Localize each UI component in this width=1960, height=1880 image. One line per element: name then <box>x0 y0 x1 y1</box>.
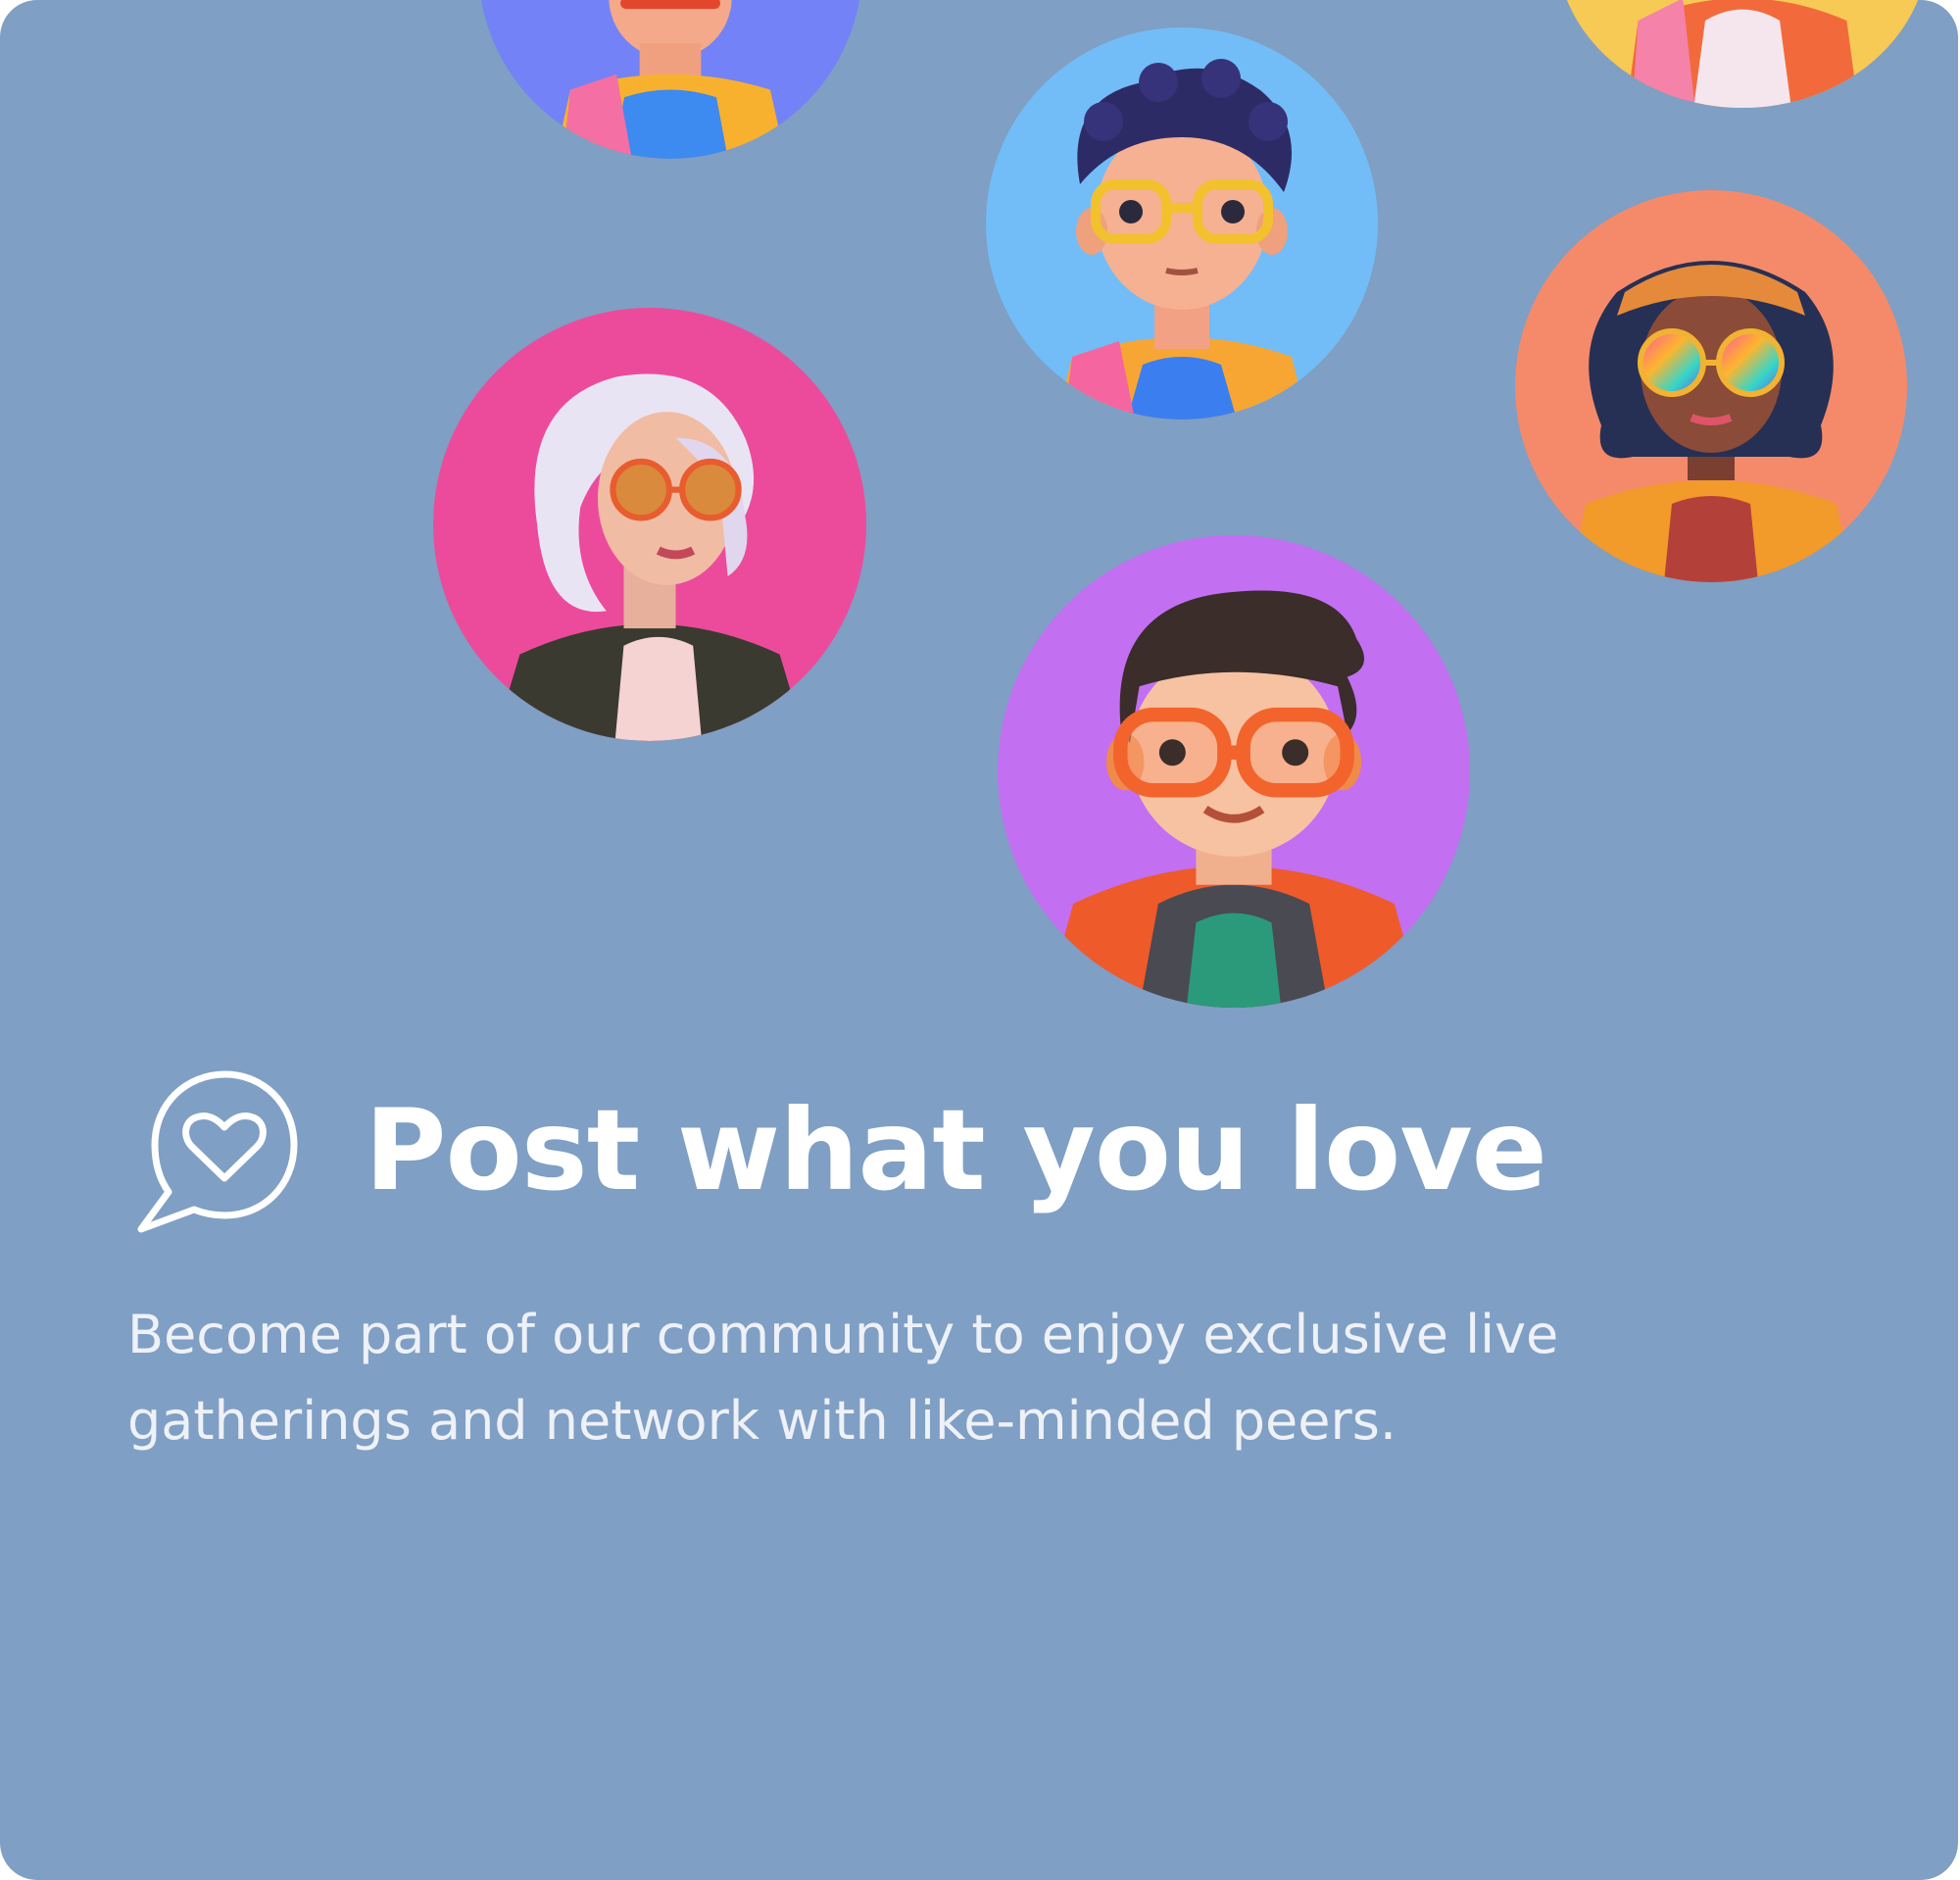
avatar-boy-blue-bg-icon <box>478 0 862 159</box>
avatar-curly-boy-glasses <box>986 27 1378 420</box>
chat-bubble-heart-icon <box>137 1070 298 1233</box>
avatar-woman-white-hair <box>433 308 866 741</box>
avatar-girl-yellow-bg <box>1556 0 1929 108</box>
avatar-boy-orange-glasses-icon <box>998 535 1470 1008</box>
avatar-boy-blue-bg <box>478 0 862 159</box>
feature-description: Become part of our community to enjoy ex… <box>127 1304 1559 1452</box>
avatar-girl-yellow-bg-icon <box>1556 0 1929 108</box>
avatar-boy-orange-glasses <box>998 535 1470 1008</box>
avatar-curly-boy-glasses-icon <box>986 27 1378 420</box>
avatar-girl-rainbow-sunglasses <box>1515 190 1907 582</box>
page-title: Post what you love <box>365 1085 1547 1215</box>
avatar-girl-rainbow-sunglasses-icon <box>1515 190 1907 582</box>
feature-card: Post what you love Become part of our co… <box>0 0 1958 1880</box>
avatar-woman-white-hair-icon <box>433 308 866 741</box>
feature-heading: Post what you love <box>135 1066 1547 1235</box>
